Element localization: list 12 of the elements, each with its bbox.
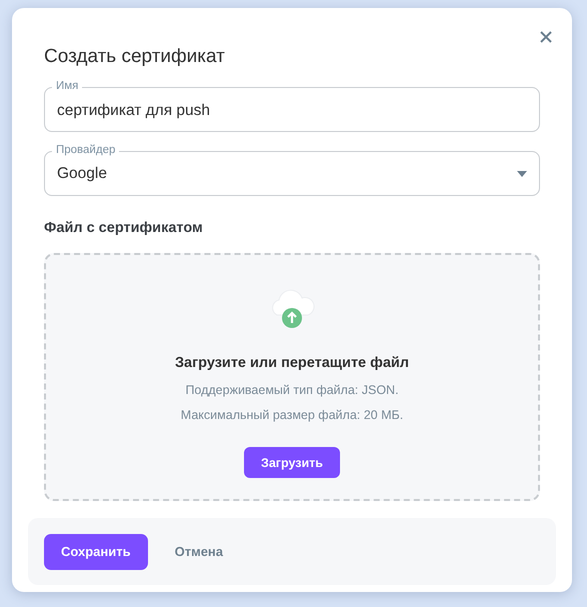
upload-hint: Поддерживаемый тип файла: JSON. bbox=[184, 382, 400, 399]
upload-heading: Загрузите или перетащите файл bbox=[174, 355, 410, 371]
upload-hint: Максимальный размер файла: 20 МБ. bbox=[180, 407, 404, 424]
dropdown-caret-icon bbox=[517, 170, 527, 176]
section-label: Файл с сертификатом bbox=[44, 220, 204, 236]
cancel-button[interactable]: Отмена bbox=[158, 534, 240, 570]
save-button[interactable]: Сохранить bbox=[44, 534, 148, 570]
upload-dropzone[interactable]: Загрузите или перетащите файл Поддерживаемый тип файла: JSON. Максимальный размер файла: 20 МБ. Загрузить bbox=[44, 253, 540, 501]
close-icon[interactable] bbox=[540, 31, 552, 43]
upload-button[interactable]: Загрузить bbox=[244, 447, 340, 478]
dialog-title: Создать сертификат bbox=[44, 46, 226, 68]
field-label: Провайдер bbox=[52, 143, 120, 157]
